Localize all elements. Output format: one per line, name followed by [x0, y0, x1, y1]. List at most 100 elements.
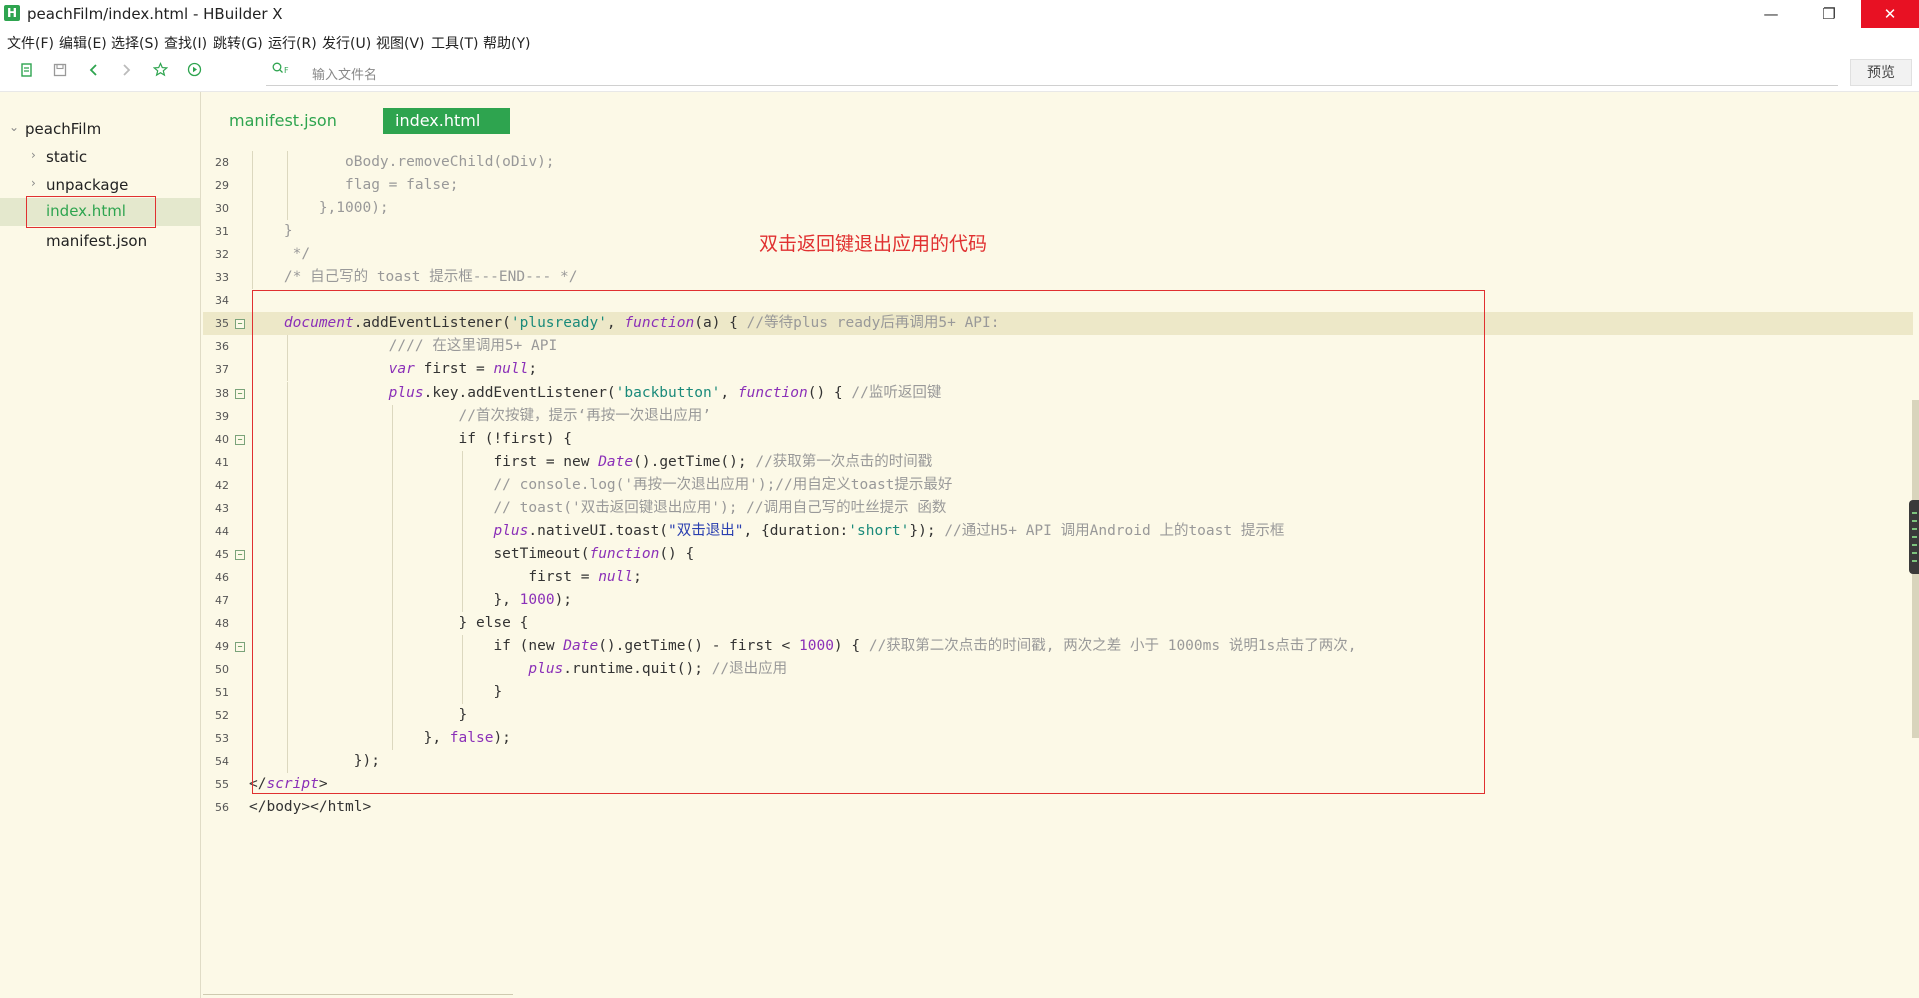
fold-toggle-icon[interactable]: − [235, 549, 245, 560]
line-number: 41 [215, 455, 229, 469]
tree-item-unpackage[interactable]: › unpackage [0, 174, 200, 198]
indent-guide [286, 151, 288, 175]
selection-highlight-box [26, 196, 156, 228]
new-file-icon[interactable] [17, 62, 37, 82]
fold-toggle-icon[interactable]: − [235, 319, 245, 330]
line-number: 37 [215, 363, 229, 377]
line-number: 33 [215, 271, 229, 285]
file-search-input[interactable]: F 输入文件名 [266, 58, 1838, 86]
line-number: 56 [215, 801, 229, 815]
fold-toggle-icon[interactable]: − [235, 642, 245, 653]
tree-item-manifest-json[interactable]: manifest.json [0, 230, 200, 254]
status-line [203, 994, 513, 995]
line-number: 40 [215, 432, 229, 446]
menu-select[interactable]: 选择(S) [111, 33, 159, 53]
code-token: flag = false; [345, 177, 459, 194]
line-number: 55 [215, 778, 229, 792]
code-text: oBody.removeChild(oDiv); [345, 151, 555, 174]
code-text: flag = false; [345, 174, 459, 197]
code-line[interactable]: 33 /* 自己写的 toast 提示框---END--- */ [203, 266, 1913, 290]
code-token: } [283, 223, 293, 240]
indent-guide [252, 151, 253, 175]
forward-icon[interactable] [116, 62, 136, 82]
line-number: 39 [215, 409, 229, 423]
minimap-handle[interactable] [1909, 500, 1919, 574]
close-button[interactable]: ✕ [1861, 0, 1919, 28]
line-number: 36 [215, 340, 229, 354]
line-number: 53 [215, 732, 229, 746]
code-line[interactable]: 30 },1000); [203, 197, 1913, 221]
chevron-down-icon: ⌄ [9, 120, 20, 134]
annotation-label: 双击返回键退出应用的代码 [759, 233, 988, 255]
fold-toggle-icon[interactable]: − [235, 388, 245, 399]
minimize-button[interactable]: — [1748, 0, 1794, 28]
search-icon: F [272, 62, 292, 78]
line-number: 30 [215, 202, 229, 216]
back-icon[interactable] [84, 62, 104, 82]
code-line[interactable]: 31} [203, 220, 1913, 244]
title-bar: H peachFilm/index.html - HBuilder X — ❐ … [0, 0, 1919, 28]
code-text: */ [284, 243, 310, 266]
code-line[interactable]: 29 flag = false; [203, 174, 1913, 198]
line-number: 34 [215, 294, 229, 308]
menu-view[interactable]: 视图(V) [376, 33, 425, 53]
indent-guide [286, 197, 288, 221]
restore-button[interactable]: ❐ [1806, 0, 1852, 28]
code-line[interactable]: 28 oBody.removeChild(oDiv); [203, 151, 1913, 175]
line-number: 47 [215, 593, 229, 607]
line-number: 50 [215, 663, 229, 677]
indent-guide [252, 243, 253, 267]
menu-file[interactable]: 文件(F) [7, 33, 54, 53]
editor-tab-bar: manifest.json index.html [203, 92, 1919, 138]
indent-guide [252, 197, 253, 221]
line-number: 48 [215, 617, 229, 630]
toolbar: F 输入文件名 预览 [0, 54, 1919, 92]
line-number: 35 [215, 317, 229, 331]
tab-index-html[interactable]: index.html [383, 108, 510, 134]
line-number: 32 [215, 248, 229, 262]
chevron-right-icon: › [31, 176, 36, 190]
tree-item-label: unpackage [46, 176, 129, 194]
menu-goto[interactable]: 跳转(G) [213, 33, 263, 53]
line-number: 28 [215, 156, 229, 169]
indent-guide [252, 220, 253, 244]
code-line[interactable]: 32 */ [203, 243, 1913, 267]
tree-item-label: manifest.json [46, 232, 148, 250]
line-number: 51 [215, 686, 229, 700]
menu-help[interactable]: 帮助(Y) [483, 33, 530, 53]
code-text: } [284, 220, 293, 243]
menu-edit[interactable]: 编辑(E) [59, 33, 107, 53]
code-line[interactable]: 56 </body></html> [203, 796, 1913, 819]
chevron-right-icon: › [31, 148, 36, 162]
tree-item-label: static [46, 148, 88, 166]
code-token: </body></html> [249, 799, 372, 816]
line-number: 46 [215, 570, 229, 584]
hbuilder-logo-icon: H [4, 5, 20, 21]
code-token: oBody.removeChild(oDiv); [345, 154, 555, 170]
menu-publish[interactable]: 发行(U) [322, 33, 371, 53]
fold-toggle-icon[interactable]: − [235, 434, 245, 445]
line-number: 29 [215, 179, 229, 193]
code-text: /* 自己写的 toast 提示框---END--- */ [284, 266, 578, 289]
window-title: peachFilm/index.html - HBuilder X [27, 5, 283, 23]
star-icon[interactable] [150, 62, 170, 82]
code-text: },1000); [319, 197, 389, 220]
preview-button[interactable]: 预览 [1850, 59, 1912, 86]
line-number: 43 [215, 501, 229, 515]
menu-find[interactable]: 查找(I) [164, 33, 207, 53]
line-number: 38 [215, 386, 229, 400]
code-token: */ [283, 246, 311, 263]
line-number: 42 [215, 478, 229, 492]
menu-tools[interactable]: 工具(T) [431, 33, 478, 53]
menu-run[interactable]: 运行(R) [268, 33, 317, 53]
tree-project-root[interactable]: ⌄ peachFilm [0, 118, 200, 142]
tree-project-label: peachFilm [25, 120, 102, 138]
run-icon[interactable] [184, 62, 204, 82]
tree-item-static[interactable]: › static [0, 146, 200, 170]
indent-guide [286, 174, 288, 198]
line-number: 45 [215, 547, 229, 561]
indent-guide [252, 266, 253, 290]
save-icon[interactable] [50, 62, 70, 82]
annotation-highlight-box [252, 290, 1485, 794]
tab-manifest-json[interactable]: manifest.json [229, 108, 337, 134]
